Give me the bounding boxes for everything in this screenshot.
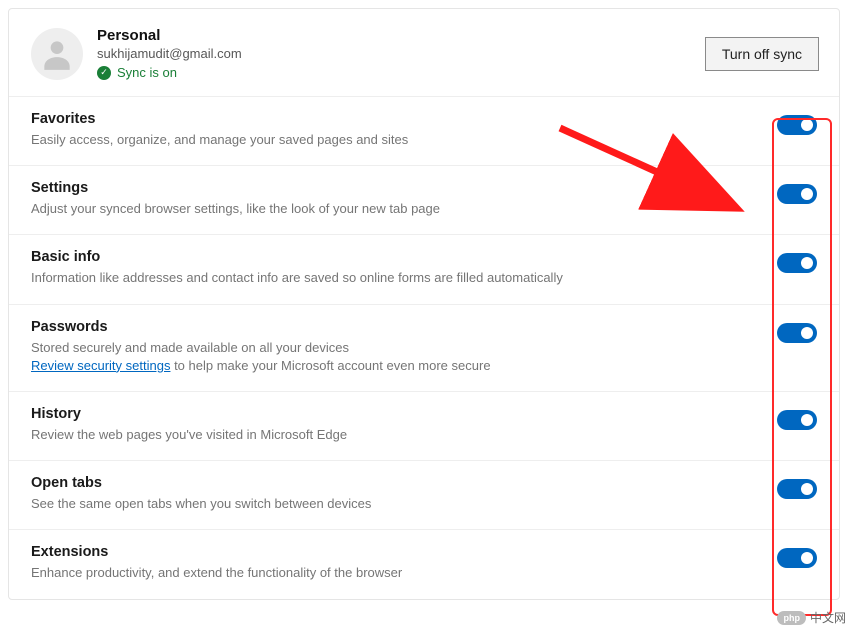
setting-desc: Enhance productivity, and extend the fun… bbox=[31, 564, 757, 582]
setting-title: Settings bbox=[31, 180, 757, 196]
turn-off-sync-button[interactable]: Turn off sync bbox=[705, 37, 819, 71]
setting-row-open-tabs: Open tabs See the same open tabs when yo… bbox=[9, 460, 839, 529]
settings-list: Favorites Easily access, organize, and m… bbox=[9, 96, 839, 599]
setting-desc: Easily access, organize, and manage your… bbox=[31, 131, 757, 149]
toggle-settings[interactable] bbox=[777, 184, 817, 204]
review-security-link[interactable]: Review security settings bbox=[31, 358, 170, 373]
toggle-open-tabs[interactable] bbox=[777, 479, 817, 499]
profile-email: sukhijamudit@gmail.com bbox=[97, 46, 691, 61]
setting-desc: Adjust your synced browser settings, lik… bbox=[31, 200, 757, 218]
check-icon: ✓ bbox=[97, 66, 111, 80]
sync-card: Personal sukhijamudit@gmail.com ✓ Sync i… bbox=[8, 8, 840, 600]
setting-text: Passwords Stored securely and made avail… bbox=[31, 319, 777, 375]
passwords-desc-pre: Stored securely and made available on al… bbox=[31, 340, 349, 355]
toggle-extensions[interactable] bbox=[777, 548, 817, 568]
setting-desc: Stored securely and made available on al… bbox=[31, 339, 757, 375]
watermark: php 中文网 bbox=[777, 609, 846, 626]
setting-row-basic-info: Basic info Information like addresses an… bbox=[9, 234, 839, 303]
setting-desc: Information like addresses and contact i… bbox=[31, 269, 757, 287]
toggle-favorites[interactable] bbox=[777, 115, 817, 135]
setting-title: Open tabs bbox=[31, 475, 757, 491]
setting-text: Extensions Enhance productivity, and ext… bbox=[31, 544, 777, 582]
setting-text: Settings Adjust your synced browser sett… bbox=[31, 180, 777, 218]
avatar bbox=[31, 28, 83, 80]
profile-name: Personal bbox=[97, 27, 691, 44]
person-icon bbox=[38, 35, 76, 73]
setting-text: Open tabs See the same open tabs when yo… bbox=[31, 475, 777, 513]
setting-row-passwords: Passwords Stored securely and made avail… bbox=[9, 304, 839, 391]
setting-text: Favorites Easily access, organize, and m… bbox=[31, 111, 777, 149]
setting-row-favorites: Favorites Easily access, organize, and m… bbox=[9, 96, 839, 165]
setting-title: Basic info bbox=[31, 249, 757, 265]
setting-row-history: History Review the web pages you've visi… bbox=[9, 391, 839, 460]
setting-title: Extensions bbox=[31, 544, 757, 560]
setting-text: Basic info Information like addresses an… bbox=[31, 249, 777, 287]
setting-row-extensions: Extensions Enhance productivity, and ext… bbox=[9, 529, 839, 598]
setting-desc: Review the web pages you've visited in M… bbox=[31, 426, 757, 444]
profile-row: Personal sukhijamudit@gmail.com ✓ Sync i… bbox=[9, 9, 839, 96]
passwords-desc-post: to help make your Microsoft account even… bbox=[170, 358, 490, 373]
watermark-logo: php bbox=[777, 611, 806, 625]
sync-status-text: Sync is on bbox=[117, 65, 177, 80]
profile-info: Personal sukhijamudit@gmail.com ✓ Sync i… bbox=[97, 27, 691, 80]
setting-desc: See the same open tabs when you switch b… bbox=[31, 495, 757, 513]
toggle-passwords[interactable] bbox=[777, 323, 817, 343]
sync-status: ✓ Sync is on bbox=[97, 65, 691, 80]
watermark-text: 中文网 bbox=[810, 609, 846, 626]
toggle-basic-info[interactable] bbox=[777, 253, 817, 273]
toggle-history[interactable] bbox=[777, 410, 817, 430]
setting-title: Passwords bbox=[31, 319, 757, 335]
setting-row-settings: Settings Adjust your synced browser sett… bbox=[9, 165, 839, 234]
setting-text: History Review the web pages you've visi… bbox=[31, 406, 777, 444]
setting-title: History bbox=[31, 406, 757, 422]
setting-title: Favorites bbox=[31, 111, 757, 127]
